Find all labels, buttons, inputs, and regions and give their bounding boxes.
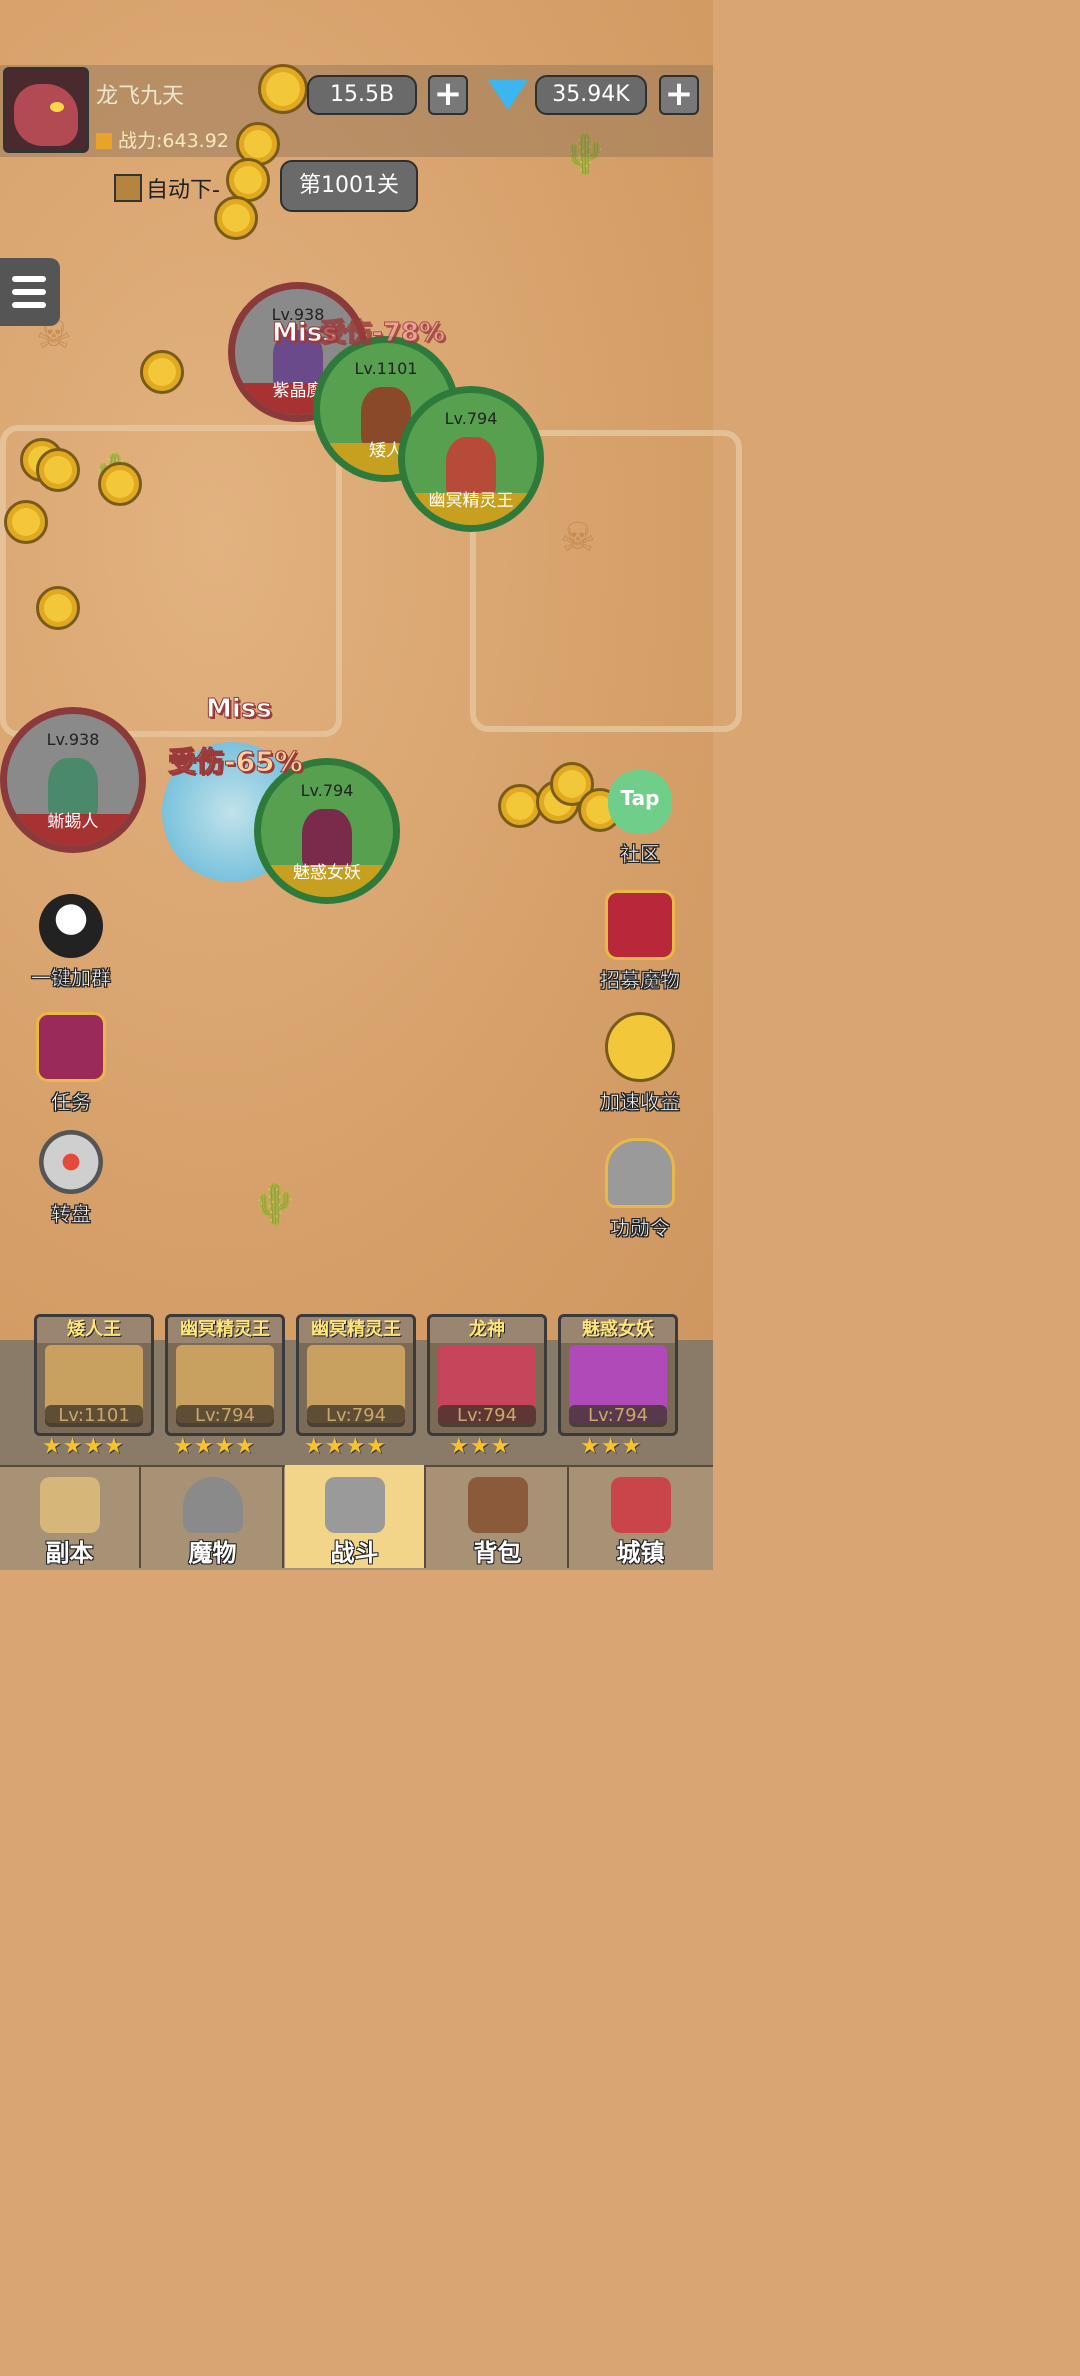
community-button[interactable]: Tap 社区: [585, 770, 695, 867]
card-name: 幽冥精灵王: [168, 1317, 282, 1343]
card-stars: ★★★: [449, 1434, 512, 1459]
unit-name: 魅惑女妖: [293, 863, 361, 883]
nav-backpack[interactable]: 背包: [428, 1465, 569, 1568]
card-level: Lv:1101: [45, 1405, 143, 1427]
card-name: 矮人王: [37, 1317, 151, 1343]
add-gem-button[interactable]: +: [659, 75, 699, 115]
card-name: 龙神: [430, 1317, 544, 1343]
unit-level: Lv.794: [444, 409, 498, 428]
gem-icon: [488, 80, 528, 110]
gold-coin-icon[interactable]: [98, 462, 142, 506]
gold-coin-icon: [258, 64, 308, 114]
recruit-label: 招募魔物: [600, 968, 681, 993]
menu-icon-bar: [12, 289, 46, 295]
power-label: 战力:643.92: [96, 126, 229, 153]
card-level: Lv:794: [307, 1405, 405, 1427]
join-group-label: 一键加群: [31, 966, 112, 991]
gold-coin-icon[interactable]: [36, 448, 80, 492]
merit-label: 功勋令: [610, 1216, 671, 1241]
auto-advance-toggle[interactable]: 自动下-: [114, 172, 220, 204]
stage-label[interactable]: 第1001关: [280, 160, 418, 212]
nav-label: 战斗: [330, 1539, 379, 1567]
card-stars: ★★★★: [42, 1434, 125, 1459]
book-icon: [36, 1012, 106, 1082]
boost-income-label: 加速收益: [600, 1090, 681, 1115]
unit-level: Lv.794: [300, 781, 354, 800]
damage-text: 受伤-78%: [319, 318, 446, 349]
helmet-icon: [605, 1138, 675, 1208]
roster-card[interactable]: 魅惑女妖 Lv:794: [558, 1314, 678, 1436]
add-gold-button[interactable]: +: [428, 75, 468, 115]
roster-card[interactable]: 矮人王 Lv:1101: [34, 1314, 154, 1436]
monster-helmet-icon: [182, 1477, 243, 1533]
nav-dungeon[interactable]: 副本: [0, 1465, 141, 1568]
roster-card[interactable]: 幽冥精灵王 Lv:794: [296, 1314, 416, 1436]
tap-bubble-icon: Tap: [608, 770, 672, 834]
unit-level: Lv.1101: [354, 359, 418, 378]
nav-label: 背包: [473, 1539, 522, 1567]
card-level: Lv:794: [176, 1405, 274, 1427]
gold-coin-icon[interactable]: [140, 350, 184, 394]
crossed-swords-icon: [324, 1477, 385, 1533]
nav-monsters[interactable]: 魔物: [143, 1465, 284, 1568]
map-icon: [39, 1477, 100, 1533]
menu-icon-bar: [12, 302, 46, 308]
ally-unit[interactable]: Lv.794 幽冥精灵王: [398, 386, 544, 532]
unit-level: Lv.938: [46, 730, 100, 749]
power-icon: [96, 133, 112, 149]
coin-up-icon: [605, 1012, 675, 1082]
wheel-icon: [39, 1130, 103, 1194]
wheel-button[interactable]: 转盘: [16, 1130, 126, 1227]
player-name: 龙飞九天: [96, 84, 185, 109]
recruit-button[interactable]: 招募魔物: [585, 890, 695, 993]
banner-icon: [605, 890, 675, 960]
gold-coin-icon[interactable]: [214, 196, 258, 240]
penguin-icon: [39, 894, 103, 958]
unit-name: 幽冥精灵王: [428, 491, 514, 511]
card-level: Lv:794: [569, 1405, 667, 1427]
gold-coin-icon[interactable]: [36, 586, 80, 630]
town-icon: [610, 1477, 671, 1533]
join-group-button[interactable]: 一键加群: [16, 894, 126, 991]
menu-button[interactable]: [0, 258, 60, 326]
card-name: 幽冥精灵王: [299, 1317, 413, 1343]
nav-label: 副本: [45, 1539, 94, 1567]
menu-icon: [12, 276, 46, 282]
gem-amount: 35.94K: [535, 75, 647, 115]
backpack-icon: [467, 1477, 528, 1533]
nav-town[interactable]: 城镇: [570, 1465, 711, 1568]
roster-card[interactable]: 幽冥精灵王 Lv:794: [165, 1314, 285, 1436]
auto-checkbox[interactable]: [114, 174, 142, 202]
gold-amount: 15.5B: [307, 75, 417, 115]
miss-text: Miss: [206, 694, 273, 725]
gold-coin-icon[interactable]: [4, 500, 48, 544]
avatar-head: [14, 84, 78, 146]
skull-icon: ☠: [560, 515, 596, 561]
card-level: Lv:794: [438, 1405, 536, 1427]
avatar-eye: [50, 102, 64, 112]
merit-button[interactable]: 功勋令: [585, 1138, 695, 1241]
auto-label: 自动下-: [146, 178, 220, 203]
community-label: 社区: [620, 842, 661, 867]
cactus-icon: 🌵: [250, 1181, 300, 1227]
damage-text: 受伤-65%: [168, 745, 304, 779]
nav-label: 城镇: [616, 1539, 665, 1567]
wheel-label: 转盘: [51, 1202, 92, 1227]
nav-label: 魔物: [188, 1539, 237, 1567]
card-stars: ★★★★: [304, 1434, 387, 1459]
enemy-unit[interactable]: Lv.938 蜥蜴人: [0, 707, 146, 853]
nav-battle[interactable]: 战斗: [285, 1465, 426, 1568]
card-stars: ★★★★: [173, 1434, 256, 1459]
player-avatar[interactable]: [3, 67, 89, 153]
unit-name: 蜥蜴人: [47, 812, 99, 832]
tasks-label: 任务: [51, 1090, 92, 1115]
card-name: 魅惑女妖: [561, 1317, 675, 1343]
power-value: 战力:643.92: [118, 130, 229, 152]
card-stars: ★★★: [580, 1434, 643, 1459]
tasks-button[interactable]: 任务: [16, 1012, 126, 1115]
roster-card[interactable]: 龙神 Lv:794: [427, 1314, 547, 1436]
boost-income-button[interactable]: 加速收益: [585, 1012, 695, 1115]
